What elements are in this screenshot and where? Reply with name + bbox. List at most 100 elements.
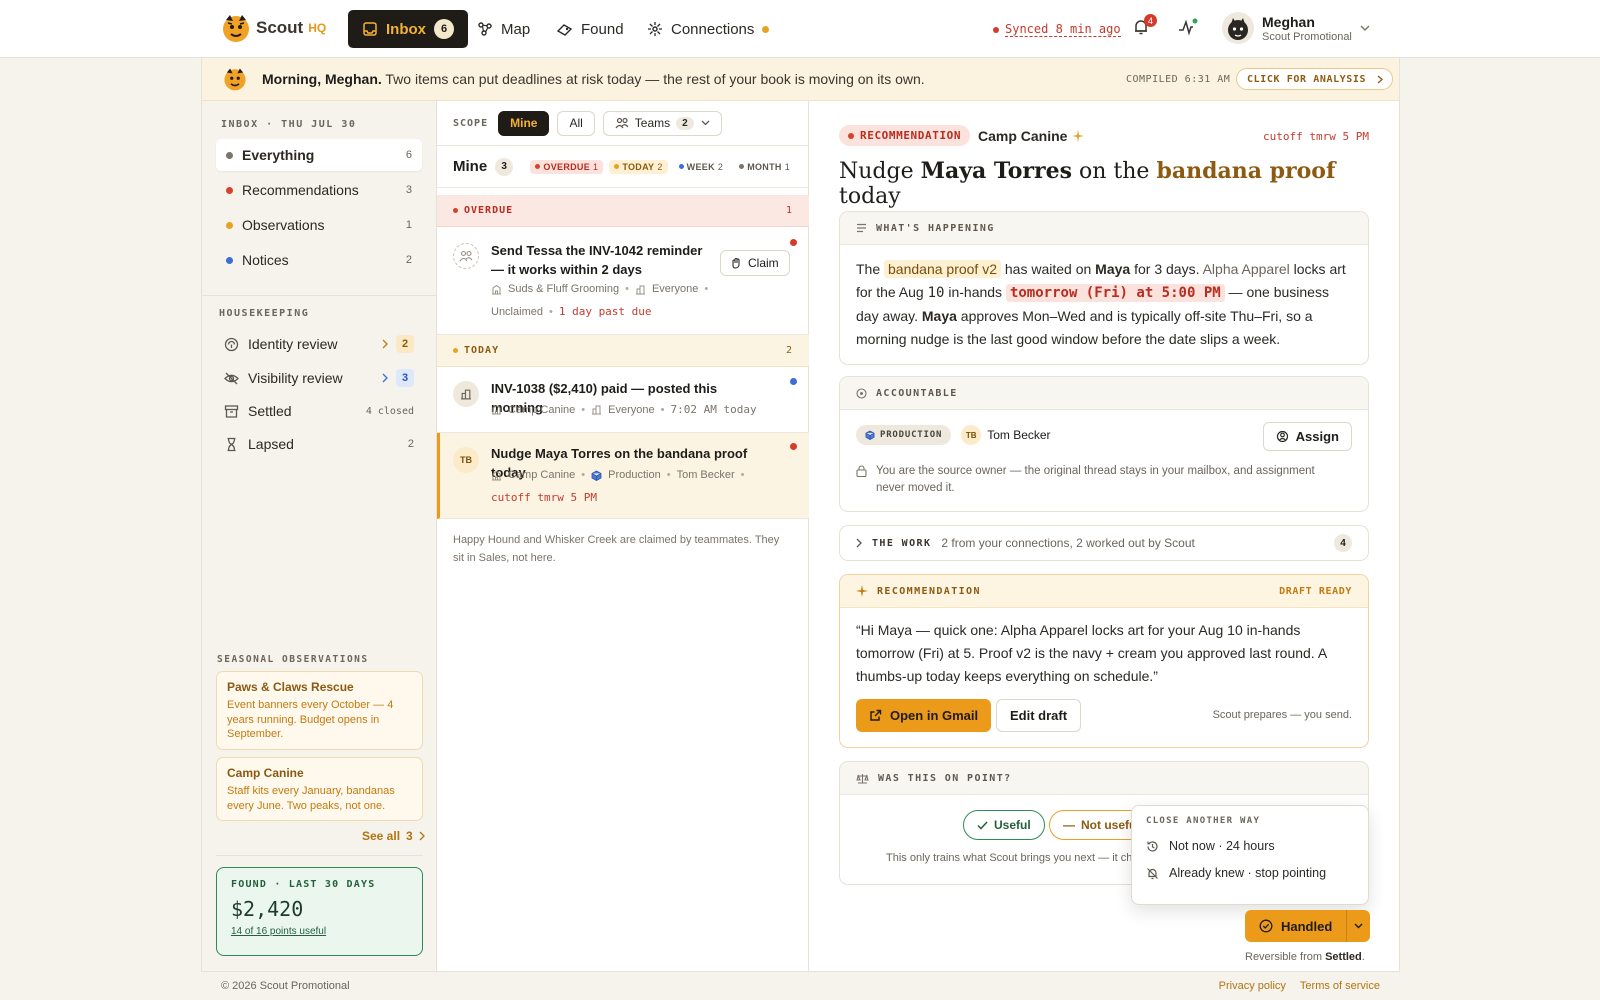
sidebar-item-identity-review[interactable]: Identity review 2	[224, 331, 414, 357]
chevron-down-icon	[701, 120, 710, 126]
recommendations-dot	[226, 186, 233, 194]
handled-button[interactable]: Handled	[1245, 910, 1348, 942]
unread-dot	[790, 239, 797, 246]
scope-mine-button[interactable]: Mine	[498, 110, 550, 136]
claim-label: Claim	[748, 256, 779, 270]
deadline-tag: tomorrow (Fri) at 5:00 PM	[1005, 284, 1225, 302]
history-icon	[1147, 840, 1158, 852]
chip-month[interactable]: MONTH 1	[734, 160, 795, 174]
sidebar-item-label: Notices	[242, 252, 289, 268]
hourglass-icon	[227, 437, 236, 451]
handled-menu-toggle[interactable]	[1347, 923, 1370, 929]
seasonal-card-paws-claws[interactable]: Paws & Claws Rescue Event banners every …	[216, 671, 423, 750]
analysis-label: CLICK FOR ANALYSIS	[1247, 73, 1367, 85]
title-part: today	[839, 184, 901, 209]
terms-link[interactable]: Terms of service	[1300, 980, 1380, 992]
copyright: © 2026 Scout Promotional	[221, 980, 350, 992]
card-heading: WHAT'S HAPPENING	[876, 222, 995, 234]
card-heading: WAS THIS ON POINT?	[878, 772, 1012, 784]
useful-button[interactable]: Useful	[963, 810, 1045, 840]
housekeeping-heading: HOUSEKEEPING	[219, 308, 310, 319]
list-item[interactable]: Send Tessa the INV-1042 reminder — it wo…	[437, 227, 809, 335]
user-name: Meghan	[1262, 14, 1315, 30]
group-today: TODAY 2	[437, 335, 809, 367]
visibility-review-count: 3	[396, 369, 414, 387]
found-summary-card[interactable]: FOUND · LAST 30 DAYS $2,420 14 of 16 poi…	[216, 867, 423, 956]
item-client: Camp Canine	[508, 469, 576, 481]
target-icon	[856, 387, 867, 399]
detail-client[interactable]: Camp Canine	[978, 128, 1085, 144]
lapsed-count: 2	[407, 438, 414, 450]
unread-dot	[790, 443, 797, 450]
chip-today[interactable]: TODAY 2	[609, 159, 668, 174]
sidebar-item-label: Everything	[242, 147, 315, 163]
scope-all-button[interactable]: All	[557, 110, 595, 136]
scope-teams-dropdown[interactable]: Teams 2	[602, 110, 722, 136]
privacy-link[interactable]: Privacy policy	[1219, 980, 1286, 992]
open-in-gmail-button[interactable]: Open in Gmail	[856, 699, 992, 732]
item-team: Production	[608, 469, 661, 481]
snooze-option[interactable]: Not now · 24 hours	[1146, 839, 1354, 853]
sidebar-item-settled[interactable]: Settled 4 closed	[224, 398, 414, 424]
sync-status[interactable]: Synced 8 min ago	[993, 22, 1121, 37]
see-all-label: See all	[362, 829, 401, 843]
nav-tab-connections[interactable]: Connections	[633, 10, 783, 48]
sidebar-item-notices[interactable]: Notices 2	[216, 244, 422, 276]
date-day: 10	[927, 285, 945, 301]
the-work-collapsible[interactable]: THE WORK 2 from your connections, 2 work…	[839, 525, 1369, 561]
visibility-review-meta: 3	[382, 369, 414, 387]
text-part: The	[856, 261, 885, 277]
team-icon	[615, 117, 629, 129]
chip-overdue[interactable]: OVERDUE 1	[530, 159, 604, 174]
brand-logo[interactable]: Scout HQ	[220, 12, 326, 44]
external-link-icon	[870, 709, 882, 721]
sidebar-item-observations[interactable]: Observations 1	[216, 209, 422, 241]
notifications-button[interactable]: 4	[1132, 14, 1157, 36]
analysis-button[interactable]: CLICK FOR ANALYSIS	[1236, 68, 1394, 90]
sidebar-item-lapsed[interactable]: Lapsed 2	[224, 431, 414, 457]
eye-off-icon	[224, 372, 239, 384]
sidebar-item-label: Lapsed	[248, 436, 294, 452]
assignee-avatar: TB	[453, 447, 479, 473]
title-name: Maya Torres	[920, 158, 1072, 184]
proof-tag[interactable]: bandana proof v2	[884, 260, 1001, 278]
nav-tab-inbox[interactable]: Inbox 6	[348, 10, 468, 48]
list-item[interactable]: INV-1038 ($2,410) paid — posted this mor…	[437, 367, 809, 433]
sidebar-item-recommendations[interactable]: Recommendations 3	[216, 174, 422, 206]
seasonal-card-camp-canine[interactable]: Camp Canine Staff kits every January, ba…	[216, 757, 423, 821]
edit-draft-button[interactable]: Edit draft	[996, 699, 1082, 732]
see-all-link[interactable]: See all 3	[362, 829, 425, 843]
assignee-avatar: TB	[961, 425, 982, 445]
seasonal-title: Paws & Claws Rescue	[227, 680, 354, 694]
text-part: in-hands	[944, 284, 1006, 300]
found-sub[interactable]: 14 of 16 points useful	[231, 926, 408, 937]
scale-icon	[856, 773, 869, 784]
chevron-right-icon	[419, 831, 425, 841]
card-header: WAS THIS ON POINT?	[840, 762, 1368, 795]
claim-button[interactable]: Claim	[720, 250, 790, 276]
avatar[interactable]	[1222, 12, 1254, 44]
already-knew-option[interactable]: Already knew · stop pointing	[1146, 866, 1354, 880]
sidebar-item-visibility-review[interactable]: Visibility review 3	[224, 365, 414, 391]
assign-button[interactable]: Assign	[1262, 422, 1352, 451]
nav-tab-map[interactable]: Map	[463, 10, 544, 48]
chevron-down-icon[interactable]	[1360, 24, 1370, 32]
nav-inbox-label: Inbox	[386, 20, 426, 38]
list-item-selected[interactable]: TB Nudge Maya Torres on the bandana proo…	[437, 433, 809, 519]
item-due: 1 day past due	[558, 305, 652, 318]
banner-message: Morning, Meghan. Two items can put deadl…	[262, 71, 925, 87]
whats-happening-card: WHAT'S HAPPENING The bandana proof v2 ha…	[839, 211, 1369, 365]
bell-off-icon	[1147, 867, 1158, 879]
activity-button[interactable]	[1178, 18, 1198, 36]
sidebar-item-everything[interactable]: Everything 6	[216, 139, 422, 171]
nav-tab-found[interactable]: Found	[542, 10, 638, 48]
chip-week[interactable]: WEEK 2	[674, 160, 729, 174]
sidebar-item-label: Recommendations	[242, 182, 359, 198]
group-overdue: OVERDUE 1	[437, 195, 809, 227]
person-name: Maya	[921, 308, 957, 324]
everything-dot	[226, 151, 233, 159]
horizon-chips: OVERDUE 1 TODAY 2 WEEK 2 MONTH 1	[530, 159, 795, 174]
connections-alert-dot	[762, 25, 770, 33]
building-icon	[635, 285, 645, 294]
sync-dot	[993, 26, 999, 33]
